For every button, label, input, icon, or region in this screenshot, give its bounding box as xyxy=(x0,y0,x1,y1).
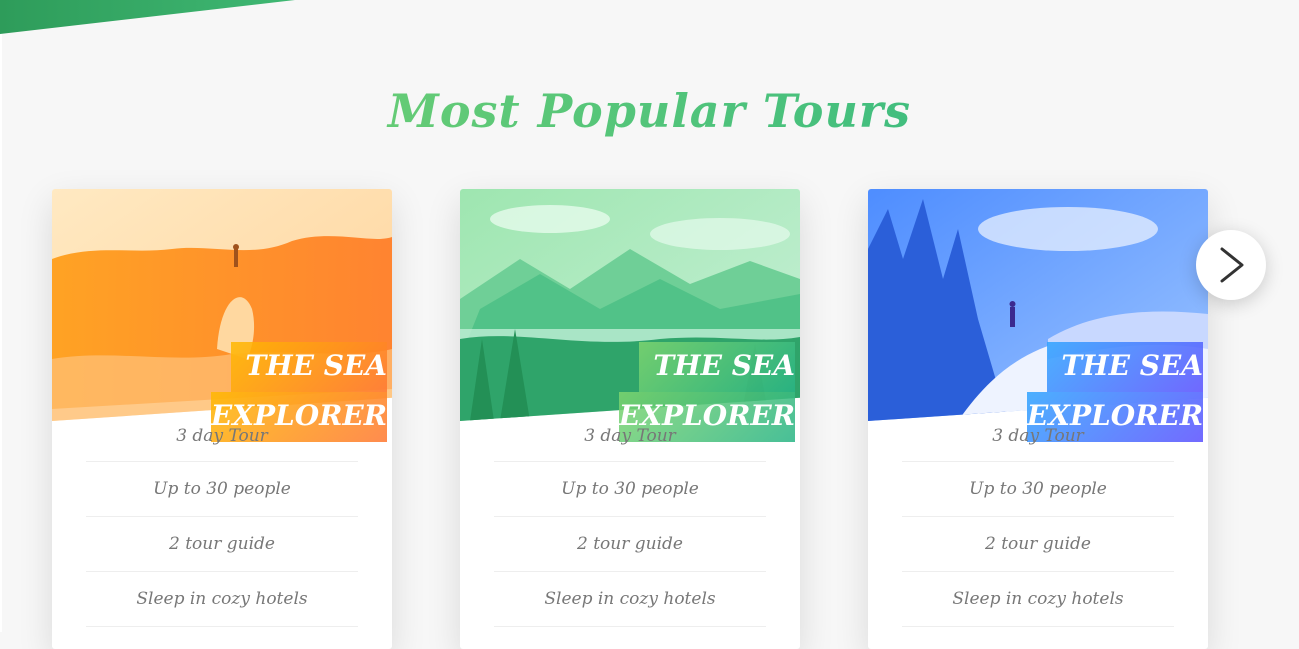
tour-detail-accommodation: Sleep in cozy hotels xyxy=(494,572,766,627)
tour-card[interactable]: THE SEA EXPLORER 3 day Tour Up to 30 peo… xyxy=(460,189,800,649)
tour-detail-group-size: Up to 30 people xyxy=(494,462,766,517)
tour-card-heading-line1: THE SEA xyxy=(1047,342,1203,393)
tour-detail-guides: 2 tour guide xyxy=(494,517,766,572)
carousel-next-button[interactable] xyxy=(1196,230,1266,300)
tour-card-details: 3 day Tour Up to 30 people 2 tour guide … xyxy=(86,421,358,627)
header-corner-decoration xyxy=(0,0,300,40)
tour-card[interactable]: THE SEA EXPLORER 3 day Tour Up to 30 peo… xyxy=(868,189,1208,649)
tour-detail-guides: 2 tour guide xyxy=(86,517,358,572)
tour-detail-duration: 3 day Tour xyxy=(902,421,1174,462)
section-title: Most Popular Tours xyxy=(0,84,1299,138)
tour-detail-group-size: Up to 30 people xyxy=(86,462,358,517)
tour-card[interactable]: THE SEA EXPLORER 3 day Tour Up to 30 peo… xyxy=(52,189,392,649)
tour-detail-accommodation: Sleep in cozy hotels xyxy=(86,572,358,627)
tour-detail-accommodation: Sleep in cozy hotels xyxy=(902,572,1174,627)
chevron-right-icon xyxy=(1220,247,1244,283)
tour-detail-group-size: Up to 30 people xyxy=(902,462,1174,517)
tour-detail-duration: 3 day Tour xyxy=(86,421,358,462)
tour-card-heading-line1: THE SEA xyxy=(231,342,387,393)
tour-card-details: 3 day Tour Up to 30 people 2 tour guide … xyxy=(902,421,1174,627)
tour-detail-duration: 3 day Tour xyxy=(494,421,766,462)
tour-card-details: 3 day Tour Up to 30 people 2 tour guide … xyxy=(494,421,766,627)
tour-detail-guides: 2 tour guide xyxy=(902,517,1174,572)
tour-card-heading-line1: THE SEA xyxy=(639,342,795,393)
